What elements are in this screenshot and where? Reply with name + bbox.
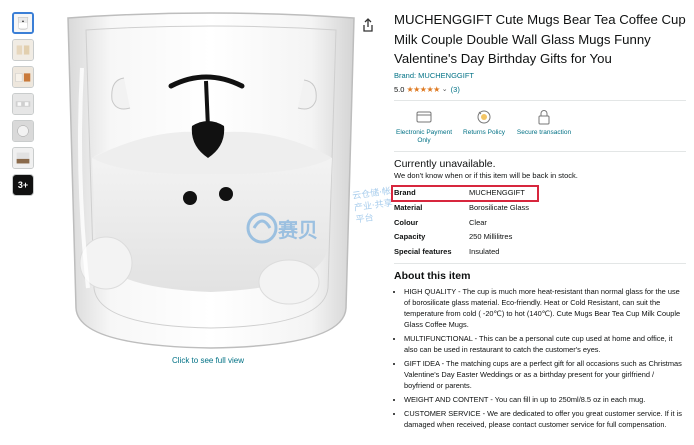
list-item: MULTIFUNCTIONAL - This can be a personal… (404, 333, 686, 355)
thumbnail-strip: 3+ (12, 12, 36, 201)
card-icon (394, 107, 454, 127)
spec-key: Capacity (394, 232, 426, 242)
list-item: CUSTOMER SERVICE - We are dedicated to o… (404, 408, 686, 430)
spec-table: Brand MUCHENGGIFT Material Borosilicate … (391, 184, 686, 259)
badge-secure-transaction[interactable]: Secure transaction (514, 107, 574, 146)
spec-key: Material (394, 203, 423, 213)
list-item: GIFT IDEA - The matching cups are a perf… (404, 358, 686, 391)
spec-row: Colour Clear (394, 215, 686, 230)
rating-row: 5.0 ★★★★★ ⌄ (3) (394, 85, 686, 94)
highlight-box (391, 184, 539, 202)
thumbnail-4[interactable] (12, 93, 34, 115)
brand-link[interactable]: Brand: MUCHENGGIFT (394, 71, 686, 80)
product-details: MUCHENGGIFT Cute Mugs Bear Tea Coffee Cu… (391, 10, 686, 433)
rating-count-link[interactable]: (3) (451, 85, 460, 94)
spec-value: Clear (469, 217, 487, 227)
lock-icon (514, 107, 574, 127)
product-title: MUCHENGGIFT Cute Mugs Bear Tea Coffee Cu… (394, 12, 686, 66)
about-bullets: HIGH QUALITY - The cup is much more heat… (394, 286, 686, 430)
divider (394, 150, 686, 152)
chevron-down-icon[interactable]: ⌄ (442, 85, 448, 93)
spec-key: Colour (394, 217, 419, 227)
main-product-image[interactable] (46, 8, 376, 353)
spec-value: 250 Millilitres (469, 232, 513, 242)
list-item: WEIGHT AND CONTENT - You can fill in up … (404, 394, 686, 405)
badge-electronic-payment[interactable]: Electronic Payment Only (394, 107, 454, 146)
badge-returns-policy[interactable]: Returns Policy (454, 107, 514, 146)
spec-value: Insulated (469, 247, 500, 257)
see-full-view-link[interactable]: Click to see full view (172, 356, 244, 365)
availability-note: We don't know when or if this item will … (394, 170, 578, 180)
spec-value: Borosilicate Glass (469, 203, 530, 213)
badge-label: Electronic Payment Only (396, 128, 452, 145)
spec-row: Material Borosilicate Glass (394, 200, 686, 215)
spec-row: Capacity 250 Millilitres (394, 230, 686, 245)
trust-badges: Electronic Payment Only Returns Policy S… (394, 107, 686, 146)
divider (394, 99, 686, 101)
divider (394, 262, 686, 264)
thumbnail-more[interactable]: 3+ (12, 174, 34, 196)
thumbnail-1[interactable] (12, 12, 34, 34)
thumbnail-3[interactable] (12, 66, 34, 88)
share-icon[interactable] (362, 18, 374, 32)
rating-value: 5.0 (394, 84, 405, 94)
thumbnail-2[interactable] (12, 39, 34, 61)
star-rating-icon[interactable]: ★★★★★ (406, 85, 440, 94)
spec-row: Special features Insulated (394, 244, 686, 259)
badge-label: Returns Policy (463, 128, 505, 136)
returns-icon (454, 107, 514, 127)
thumbnail-5[interactable] (12, 120, 34, 142)
spec-key: Special features (394, 247, 452, 257)
about-heading: About this item (394, 269, 471, 282)
thumbnail-6[interactable] (12, 147, 34, 169)
thumbnail-more-label: 3+ (17, 180, 29, 190)
availability-status: Currently unavailable. (394, 157, 496, 170)
list-item: HIGH QUALITY - The cup is much more heat… (404, 286, 686, 330)
badge-label: Secure transaction (516, 128, 572, 136)
